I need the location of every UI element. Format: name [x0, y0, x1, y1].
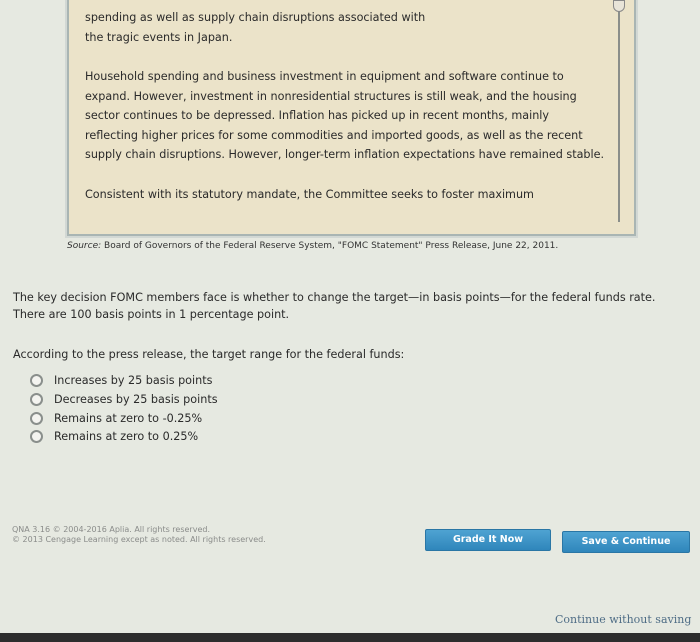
answer-option[interactable]: Increases by 25 basis points — [30, 374, 212, 387]
option-label: Decreases by 25 basis points — [54, 393, 218, 406]
option-label: Increases by 25 basis points — [54, 374, 213, 387]
intro-text: The key decision FOMC members face is wh… — [13, 291, 656, 321]
source-label: Source: — [67, 241, 102, 251]
radio-button[interactable] — [30, 393, 43, 406]
radio-button[interactable] — [30, 374, 43, 387]
excerpt-scrollbar[interactable] — [618, 0, 620, 222]
excerpt-paragraph: spending as well as supply chain disrupt… — [85, 11, 426, 44]
source-text: Board of Governors of the Federal Reserv… — [104, 241, 559, 251]
copyright-line: © 2013 Cengage Learning except as noted.… — [12, 535, 266, 544]
excerpt-paragraph: Household spending and business investme… — [85, 70, 605, 161]
radio-button[interactable] — [30, 430, 43, 443]
option-label: Remains at zero to -0.25% — [54, 412, 203, 425]
option-label: Remains at zero to 0.25% — [54, 430, 199, 443]
answer-option[interactable]: Remains at zero to 0.25% — [30, 430, 198, 443]
scrollbar-thumb[interactable] — [613, 0, 625, 12]
save-continue-button[interactable]: Save & Continue — [562, 531, 690, 553]
continue-without-saving-link[interactable]: Continue without saving — [555, 613, 691, 626]
excerpt-paragraph: Consistent with its statutory mandate, t… — [85, 187, 534, 201]
question-text: According to the press release, the targ… — [13, 348, 405, 361]
press-release-excerpt: spending as well as supply chain disrupt… — [67, 0, 636, 236]
answer-option[interactable]: Remains at zero to -0.25% — [30, 412, 202, 425]
copyright-line: QNA 3.16 © 2004-2016 Aplia. All rights r… — [12, 525, 210, 534]
answer-option[interactable]: Decreases by 25 basis points — [30, 393, 218, 406]
radio-button[interactable] — [30, 412, 43, 425]
grade-it-now-button[interactable]: Grade It Now — [425, 529, 551, 551]
source-citation: Source: Board of Governors of the Federa… — [67, 241, 558, 251]
copyright-footer: QNA 3.16 © 2004-2016 Aplia. All rights r… — [12, 525, 266, 545]
screen-bezel — [0, 633, 700, 642]
